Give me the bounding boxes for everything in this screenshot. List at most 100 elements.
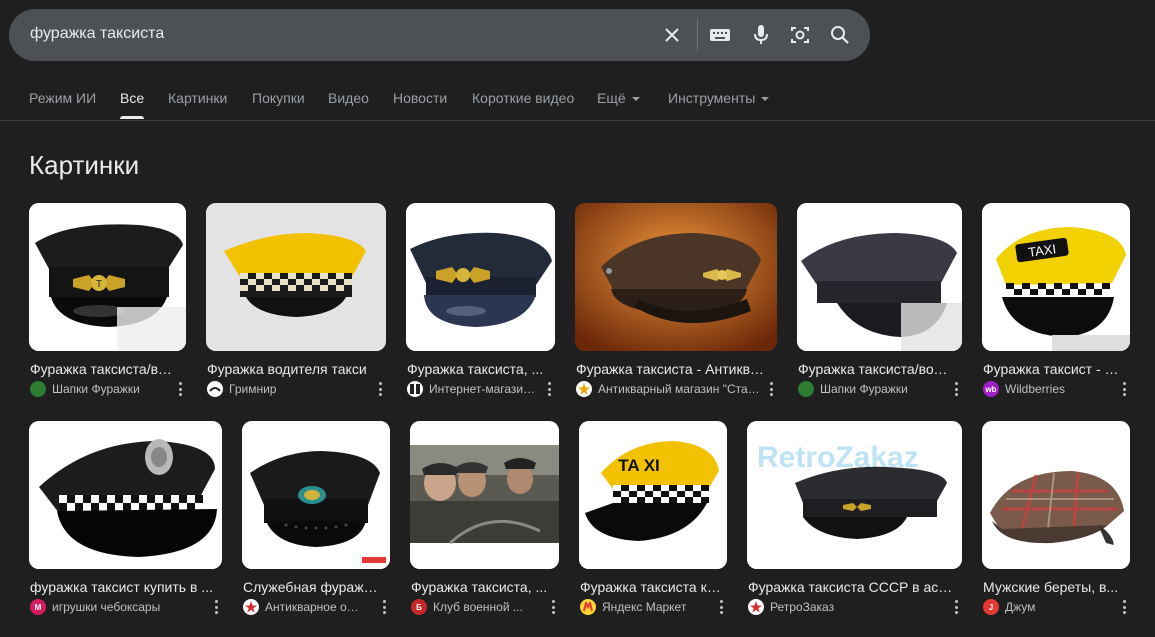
more-options-icon[interactable] xyxy=(550,600,556,614)
clear-icon[interactable] xyxy=(660,23,684,47)
tab-short-videos[interactable]: Короткие видео xyxy=(472,90,574,106)
cap-image xyxy=(575,203,777,351)
keyboard-icon[interactable] xyxy=(708,23,732,47)
tab-images[interactable]: Картинки xyxy=(168,90,227,106)
tab-shopping[interactable]: Покупки xyxy=(252,90,305,106)
result-source[interactable]: Б Клуб военной ... xyxy=(411,599,537,615)
cap-image: T xyxy=(29,203,186,351)
result-source[interactable]: Антикварный магазин "Старина" xyxy=(576,381,761,397)
result-thumbnail[interactable]: T xyxy=(29,203,186,351)
tab-tools-label: Инструменты xyxy=(668,90,756,106)
chevron-down-icon xyxy=(631,97,640,102)
more-options-icon[interactable] xyxy=(177,382,183,396)
result-thumbnail[interactable]: TA XI xyxy=(579,421,727,569)
tab-news[interactable]: Новости xyxy=(393,90,447,106)
more-options-icon[interactable] xyxy=(953,382,959,396)
result-source[interactable]: J Джум xyxy=(983,599,1108,615)
result-source[interactable]: wb Wildberries xyxy=(983,381,1114,397)
film-still-image xyxy=(410,421,559,569)
search-query[interactable]: фуражка таксиста xyxy=(30,25,164,43)
more-options-icon[interactable] xyxy=(718,600,724,614)
result-thumbnail[interactable] xyxy=(982,421,1130,569)
site-favicon-icon: Б xyxy=(411,599,427,615)
result-thumbnail[interactable] xyxy=(575,203,777,351)
result-title[interactable]: Мужские береты, в... xyxy=(983,579,1124,595)
search-divider xyxy=(697,19,698,51)
result-thumbnail[interactable] xyxy=(29,421,222,569)
result-source-name: Гримнир xyxy=(229,382,277,396)
more-options-icon[interactable] xyxy=(1121,600,1127,614)
result-source-name: РетроЗаказ xyxy=(770,600,835,614)
tab-ai-mode[interactable]: Режим ИИ xyxy=(29,90,96,106)
yandex-market-logo-icon xyxy=(580,599,596,615)
result-thumbnail[interactable] xyxy=(797,203,962,351)
result-source[interactable]: M игрушки чебоксары xyxy=(30,599,208,615)
result-title[interactable]: Фуражка таксиста - Антикварный xyxy=(576,361,769,377)
result-title[interactable]: Фуражка таксиста/водителя xyxy=(30,361,178,377)
result-source[interactable]: РетроЗаказ xyxy=(748,599,946,615)
microphone-icon[interactable] xyxy=(749,23,773,47)
result-source[interactable]: Антикварное об... xyxy=(243,599,363,615)
cap-image: TA XI xyxy=(579,421,727,569)
result-source-name: Яндекс Маркет xyxy=(602,600,687,614)
result-thumbnail[interactable] xyxy=(242,421,390,569)
cap-image xyxy=(242,421,390,569)
result-source[interactable]: Яндекс Маркет xyxy=(580,599,705,615)
result-source-name: Wildberries xyxy=(1005,382,1066,396)
result-source-name: Шапки Фуражки xyxy=(52,382,140,396)
result-title[interactable]: Фуражка таксиста, ... xyxy=(411,579,552,595)
cap-image: RetroZakaz xyxy=(747,421,962,569)
more-options-icon[interactable] xyxy=(546,382,552,396)
result-thumbnail[interactable] xyxy=(206,203,386,351)
search-tabs: Режим ИИ Все Картинки Покупки Видео Ново… xyxy=(0,82,1155,121)
search-bar[interactable]: фуражка таксиста xyxy=(9,9,870,61)
joom-logo-icon: J xyxy=(983,599,999,615)
tab-all[interactable]: Все xyxy=(120,90,145,119)
result-source[interactable]: Гримнир xyxy=(207,381,370,397)
more-options-icon[interactable] xyxy=(1121,382,1127,396)
result-source-name: Джум xyxy=(1005,600,1036,614)
result-source[interactable]: Шапки Фуражки xyxy=(798,381,946,397)
site-favicon-icon xyxy=(30,381,46,397)
result-thumbnail[interactable]: RetroZakaz xyxy=(747,421,962,569)
site-favicon-icon xyxy=(407,381,423,397)
result-source-name: Интернет-магазин... xyxy=(429,382,539,396)
result-title[interactable]: Служебная фуражка таксиста xyxy=(243,579,384,595)
result-source[interactable]: Шапки Фуражки xyxy=(30,381,170,397)
site-favicon-icon xyxy=(207,381,223,397)
result-title[interactable]: Фуражка водителя такси xyxy=(207,361,378,377)
result-title[interactable]: Фуражка таксиста/водителя xyxy=(798,361,954,377)
more-options-icon[interactable] xyxy=(768,382,774,396)
site-favicon-icon xyxy=(798,381,814,397)
more-options-icon[interactable] xyxy=(953,600,959,614)
more-options-icon[interactable] xyxy=(377,382,383,396)
chevron-down-icon xyxy=(761,97,770,102)
result-thumbnail[interactable] xyxy=(406,203,555,351)
result-thumbnail[interactable] xyxy=(410,421,559,569)
cap-image: TAXI xyxy=(982,203,1130,351)
cap-image xyxy=(406,203,555,351)
result-thumbnail[interactable]: TAXI xyxy=(982,203,1130,351)
more-options-icon[interactable] xyxy=(381,600,387,614)
tab-tools[interactable]: Инструменты xyxy=(668,90,770,106)
site-favicon-icon xyxy=(748,599,764,615)
result-title[interactable]: фуражка таксист купить в ... xyxy=(30,579,216,595)
wildberries-logo-icon: wb xyxy=(983,381,999,397)
result-source-name: игрушки чебоксары xyxy=(52,600,161,614)
site-favicon-icon xyxy=(576,381,592,397)
cap-image xyxy=(797,203,962,351)
result-title[interactable]: Фуражка таксиста купить xyxy=(580,579,721,595)
result-source-name: Антикварное об... xyxy=(265,600,363,614)
cap-image xyxy=(206,203,386,351)
search-icon[interactable] xyxy=(828,23,852,47)
site-favicon-icon: M xyxy=(30,599,46,615)
tab-video[interactable]: Видео xyxy=(328,90,369,106)
result-title[interactable]: Фуражка таксиста, ... xyxy=(407,361,547,377)
tab-more[interactable]: Ещё xyxy=(597,90,640,106)
camera-search-icon[interactable] xyxy=(788,23,812,47)
result-title[interactable]: Фуражка таксист - Купить xyxy=(983,361,1126,377)
tab-more-label: Ещё xyxy=(597,90,626,106)
result-title[interactable]: Фуражка таксиста СССР в ассортименте xyxy=(748,579,954,595)
result-source[interactable]: Интернет-магазин... xyxy=(407,381,539,397)
more-options-icon[interactable] xyxy=(213,600,219,614)
